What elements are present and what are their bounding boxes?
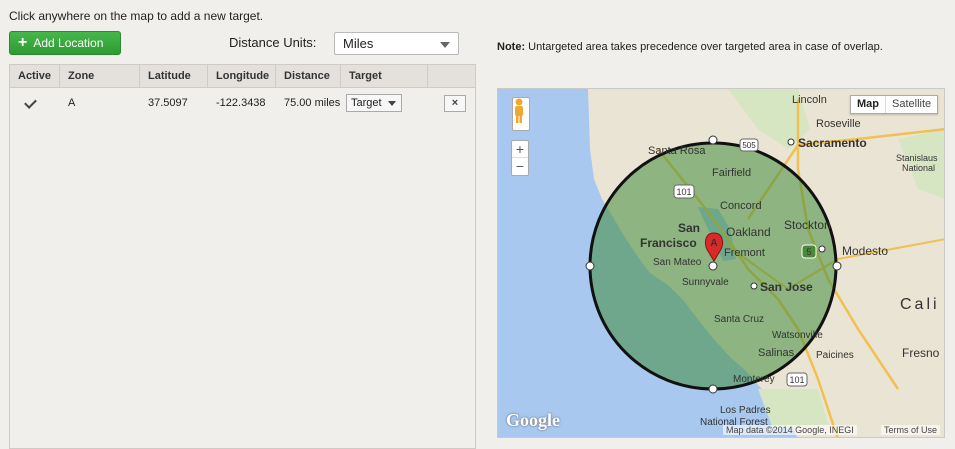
place-santa-rosa: Santa Rosa	[648, 145, 706, 157]
place-monterey: Monterey	[733, 374, 775, 385]
chevron-down-icon	[440, 42, 450, 48]
resize-handle-left[interactable]	[585, 261, 595, 271]
actions-cell: ×	[428, 94, 475, 112]
place-oakland: Oakland	[726, 225, 771, 239]
marker-label: A	[710, 238, 717, 249]
zoom-in-button[interactable]: +	[512, 141, 528, 158]
highway-5-label: 5	[806, 247, 811, 257]
place-san-jose: San Jose	[760, 280, 813, 294]
targets-table: Active Zone Latitude Longitude Distance …	[9, 64, 476, 449]
header-active: Active	[10, 65, 60, 88]
note-prefix: Note:	[497, 41, 526, 53]
instruction-text: Click anywhere on the map to add a new t…	[9, 9, 264, 23]
terms-of-use-link[interactable]: Terms of Use	[880, 425, 940, 435]
overlap-note: Note: Untargeted area takes precedence o…	[497, 41, 883, 53]
map-type-satellite-button[interactable]: Satellite	[886, 96, 937, 113]
distance-units-label: Distance Units:	[229, 35, 317, 50]
resize-handle-right[interactable]	[832, 261, 842, 271]
place-los-padres: Los Padres	[720, 405, 771, 416]
active-checkbox[interactable]	[24, 97, 37, 110]
google-logo: Google	[506, 410, 560, 430]
place-california: Cali	[900, 296, 940, 313]
place-lincoln: Lincoln	[792, 94, 827, 106]
header-actions	[428, 65, 475, 88]
map-canvas[interactable]: A Lincoln Roseville Sacramento Santa Ros…	[498, 89, 945, 438]
place-roseville: Roseville	[816, 118, 861, 130]
plus-icon: +	[18, 34, 28, 51]
place-fremont: Fremont	[724, 247, 765, 259]
place-santa-cruz: Santa Cruz	[714, 314, 764, 325]
highway-101-label: 101	[676, 187, 691, 197]
san-jose-dot	[750, 282, 758, 290]
pegman-icon	[515, 98, 523, 123]
add-location-button[interactable]: + Add Location	[9, 31, 121, 55]
highway-101-south-label: 101	[789, 375, 804, 385]
place-concord: Concord	[720, 200, 762, 212]
center-handle[interactable]	[708, 261, 718, 271]
zoom-control: + −	[511, 140, 529, 176]
modesto-dot	[818, 245, 826, 253]
caret-down-icon	[388, 101, 396, 106]
header-distance: Distance	[276, 65, 341, 88]
add-location-label: Add Location	[33, 36, 104, 50]
header-longitude: Longitude	[208, 65, 276, 88]
resize-handle-top[interactable]	[708, 135, 718, 145]
map-type-map-button[interactable]: Map	[851, 96, 886, 113]
close-icon: ×	[451, 97, 459, 109]
place-san: San	[678, 221, 700, 235]
place-paicines: Paicines	[816, 350, 854, 361]
place-sunnyvale: Sunnyvale	[682, 277, 729, 288]
place-fresno: Fresno	[902, 346, 940, 360]
place-sacramento: Sacramento	[798, 136, 867, 150]
zone-cell: A	[68, 97, 76, 109]
place-watsonville: Watsonville	[772, 330, 823, 341]
target-select[interactable]: Target	[346, 94, 402, 112]
longitude-cell: -122.3438	[216, 97, 266, 109]
note-text: Untargeted area takes precedence over ta…	[525, 41, 883, 53]
app-root: Click anywhere on the map to add a new t…	[0, 0, 955, 449]
delete-row-button[interactable]: ×	[444, 94, 466, 112]
map-attribution: Map data ©2014 Google, INEGI	[723, 425, 857, 435]
table-row: A 37.5097 -122.3438 75.00 miles Target ×	[10, 89, 475, 117]
map-type-control: Map Satellite	[850, 95, 939, 114]
place-modesto: Modesto	[842, 244, 888, 258]
distance-units-select[interactable]: Miles	[334, 32, 459, 55]
highway-505-label: 505	[742, 141, 756, 150]
latitude-cell: 37.5097	[148, 97, 188, 109]
header-latitude: Latitude	[140, 65, 208, 88]
place-fairfield: Fairfield	[712, 167, 751, 179]
place-stanislaus: Stanislaus	[896, 153, 938, 163]
place-san-mateo: San Mateo	[653, 257, 702, 268]
resize-handle-bottom[interactable]	[708, 384, 718, 394]
place-francisco: Francisco	[640, 236, 697, 250]
map-view[interactable]: A Lincoln Roseville Sacramento Santa Ros…	[497, 88, 945, 438]
sacramento-dot	[787, 138, 795, 146]
zoom-out-button[interactable]: −	[512, 158, 528, 175]
street-view-pegman[interactable]	[512, 97, 530, 131]
active-cell	[10, 97, 60, 110]
place-national: National	[902, 163, 935, 173]
header-target: Target	[341, 65, 428, 88]
place-stockton: Stockton	[784, 218, 831, 232]
header-zone: Zone	[60, 65, 140, 88]
distance-cell: 75.00 miles	[284, 97, 341, 109]
table-header: Active Zone Latitude Longitude Distance …	[10, 65, 475, 88]
target-cell: Target	[341, 94, 428, 112]
target-select-value: Target	[351, 97, 382, 109]
place-salinas: Salinas	[758, 347, 795, 359]
distance-units-value: Miles	[343, 36, 374, 51]
